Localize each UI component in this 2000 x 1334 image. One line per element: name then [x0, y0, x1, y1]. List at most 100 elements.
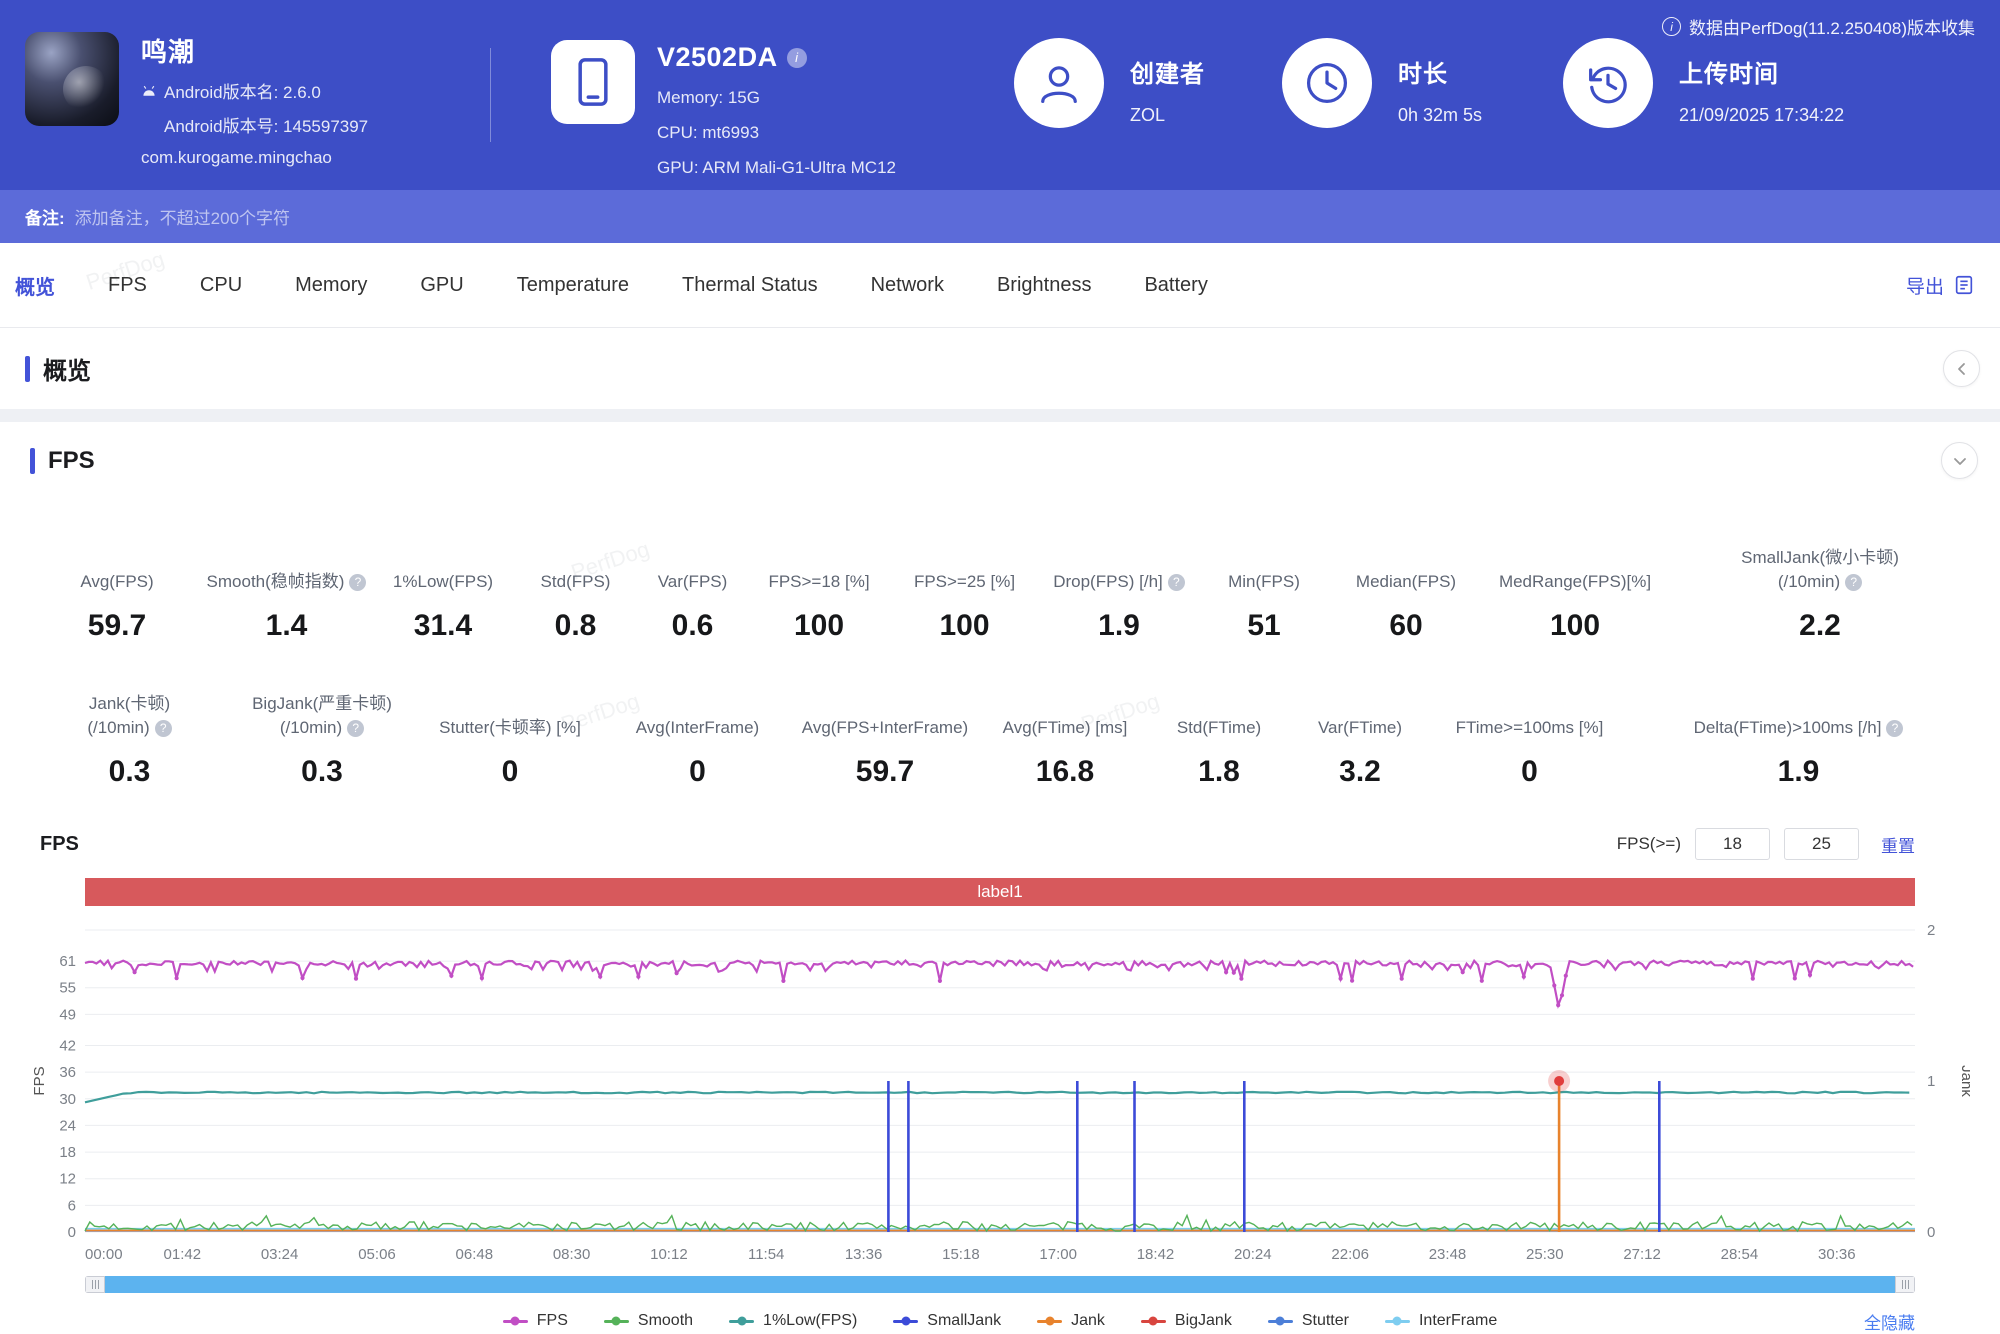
stat-label: Jank(卡顿): [88, 694, 171, 713]
stat-cell: Stutter(卡顿率) [%] 0: [415, 692, 605, 790]
fps-chart-svg[interactable]: 0612182430364249556101200:00 01:42 03:24 05…: [30, 920, 1970, 1270]
fps-panel: FPS Avg(FPS) 59.7 Smooth(稳帧指数) ? 1.4 1%Low(F…: [0, 422, 2000, 1333]
legend-item-smalljank[interactable]: SmallJank: [893, 1312, 1001, 1330]
stat-label: SmallJank(微小卡顿): [1741, 548, 1899, 567]
fps-chart-label: FPS: [40, 832, 79, 855]
stat-cell: Min(FPS) 51: [1196, 546, 1332, 644]
tab-temperature[interactable]: Temperature: [517, 274, 629, 297]
legend-item-bigjank[interactable]: BigJank: [1140, 1312, 1232, 1330]
chart-scrollbar[interactable]: [85, 1276, 1915, 1293]
svg-text:61: 61: [59, 953, 76, 970]
device-info: V2502DA i Memory: 15G CPU: mt6993 GPU: A…: [551, 40, 896, 178]
device-cpu: CPU: mt6993: [657, 123, 760, 142]
tab-cpu[interactable]: CPU: [200, 274, 242, 297]
stat-label: FPS>=25 [%]: [913, 572, 1016, 591]
stat-label: Std(FPS): [540, 572, 611, 591]
stat-cell: Std(FTime) 1.8: [1150, 692, 1288, 790]
stat-cell: Avg(FTime) [ms] 16.8: [980, 692, 1150, 790]
svg-text:12: 12: [59, 1171, 76, 1188]
tab-memory[interactable]: Memory: [295, 274, 367, 297]
legend-item-interframe[interactable]: InterFrame: [1384, 1312, 1497, 1330]
stat-label: MedRange(FPS)[%]: [1498, 572, 1652, 591]
fps-section-header: FPS: [30, 442, 1978, 479]
svg-text:0: 0: [68, 1224, 76, 1241]
help-icon[interactable]: ?: [349, 573, 367, 591]
stat-value: 100: [793, 609, 845, 642]
stat-label: (/10min) ?: [280, 716, 365, 740]
device-gpu: GPU: ARM Mali-G1-Ultra MC12: [657, 158, 896, 177]
tab-network[interactable]: Network: [871, 274, 944, 297]
svg-text:08:30: 08:30: [553, 1246, 591, 1263]
legend-item-smooth[interactable]: Smooth: [603, 1312, 693, 1330]
stat-cell: FTime>=100ms [%] 0: [1432, 692, 1627, 790]
svg-text:28:54: 28:54: [1721, 1246, 1759, 1263]
legend-item-fps[interactable]: FPS: [502, 1312, 568, 1330]
stat-label: Var(FPS): [657, 572, 728, 591]
scrollbar-left-handle[interactable]: [85, 1276, 105, 1293]
duration-info: 时长 0h 32m 5s: [1282, 38, 1482, 128]
stat-label: BigJank(严重卡顿): [252, 694, 392, 713]
tab-thermal-status[interactable]: Thermal Status: [682, 274, 818, 297]
stat-value: 0.3: [301, 755, 343, 788]
note-input[interactable]: 备注: 添加备注，不超过200个字符: [0, 190, 2000, 243]
stat-label: Avg(FPS): [80, 572, 154, 591]
tab-brightness[interactable]: Brightness: [997, 274, 1092, 297]
stat-label: (/10min) ?: [87, 716, 172, 740]
stat-label: Delta(FTime)>100ms [/h] ?: [1694, 716, 1904, 740]
fps-threshold-low-input[interactable]: [1695, 828, 1770, 860]
svg-text:11:54: 11:54: [748, 1246, 784, 1263]
tab-概览[interactable]: 概览: [15, 271, 55, 300]
stat-value: 1.4: [265, 609, 308, 642]
tab-battery[interactable]: Battery: [1144, 274, 1207, 297]
legend-label: Jank: [1071, 1312, 1105, 1329]
stat-value: 0.8: [554, 609, 597, 642]
legend-item-jank[interactable]: Jank: [1037, 1312, 1105, 1330]
scrollbar-right-handle[interactable]: [1895, 1276, 1915, 1293]
creator-info: 创建者 ZOL: [1014, 38, 1205, 128]
stat-label: Std(FTime): [1176, 718, 1262, 737]
legend-item-1-low-fps-[interactable]: 1%Low(FPS): [729, 1312, 857, 1330]
stat-cell: Delta(FTime)>100ms [/h] ? 1.9: [1627, 692, 1970, 790]
svg-text:49: 49: [59, 1006, 76, 1023]
svg-text:FPS: FPS: [31, 1066, 48, 1095]
device-info-icon[interactable]: i: [786, 47, 807, 68]
scrollbar-track[interactable]: [105, 1276, 1895, 1293]
legend-label: FPS: [536, 1312, 568, 1329]
legend-item-stutter[interactable]: Stutter: [1267, 1312, 1349, 1330]
export-label: 导出: [1905, 276, 1944, 298]
overview-collapse-button[interactable]: [1943, 350, 1980, 387]
stat-value: 0: [1521, 755, 1538, 788]
stat-value: 0.3: [108, 755, 151, 788]
stat-value: 2.2: [1799, 609, 1841, 642]
svg-text:30: 30: [59, 1091, 76, 1108]
stat-label: Avg(InterFrame): [635, 718, 760, 737]
export-button[interactable]: 导出: [1906, 272, 1975, 299]
stat-cell: Median(FPS) 60: [1332, 546, 1480, 644]
duration-label: 时长: [1398, 61, 1448, 88]
fps-threshold-high-input[interactable]: [1784, 828, 1859, 860]
app-name: 鸣潮: [141, 37, 196, 67]
help-icon[interactable]: ?: [1167, 573, 1185, 591]
stat-cell: MedRange(FPS)[%] 100: [1480, 546, 1670, 644]
fps-collapse-button[interactable]: [1941, 442, 1978, 479]
help-icon[interactable]: ?: [347, 719, 365, 737]
section-separator: [0, 409, 2000, 422]
tab-fps[interactable]: FPS: [108, 274, 147, 297]
legend-label: BigJank: [1174, 1312, 1232, 1329]
stat-label: Drop(FPS) [/h] ?: [1053, 570, 1185, 594]
help-icon[interactable]: ?: [154, 719, 172, 737]
stat-label: FPS>=18 [%]: [768, 572, 870, 591]
reset-link[interactable]: 重置: [1881, 832, 1915, 857]
help-icon[interactable]: ?: [1845, 573, 1863, 591]
tab-gpu[interactable]: GPU: [420, 274, 463, 297]
legend-label: SmallJank: [927, 1312, 1002, 1329]
stat-value: 0: [689, 755, 706, 788]
creator-icon: [1014, 38, 1104, 128]
help-icon[interactable]: ?: [1886, 719, 1904, 737]
legend-swatch: [729, 1316, 755, 1326]
device-memory: Memory: 15G: [657, 88, 760, 107]
stat-label: Median(FPS): [1355, 572, 1457, 591]
chart-region-label[interactable]: label1: [85, 878, 1915, 906]
fps-stats-row2: Jank(卡顿) (/10min) ? 0.3 BigJank(严重卡顿) (/10mi…: [30, 692, 1970, 790]
duration-value: 0h 32m 5s: [1398, 105, 1483, 125]
